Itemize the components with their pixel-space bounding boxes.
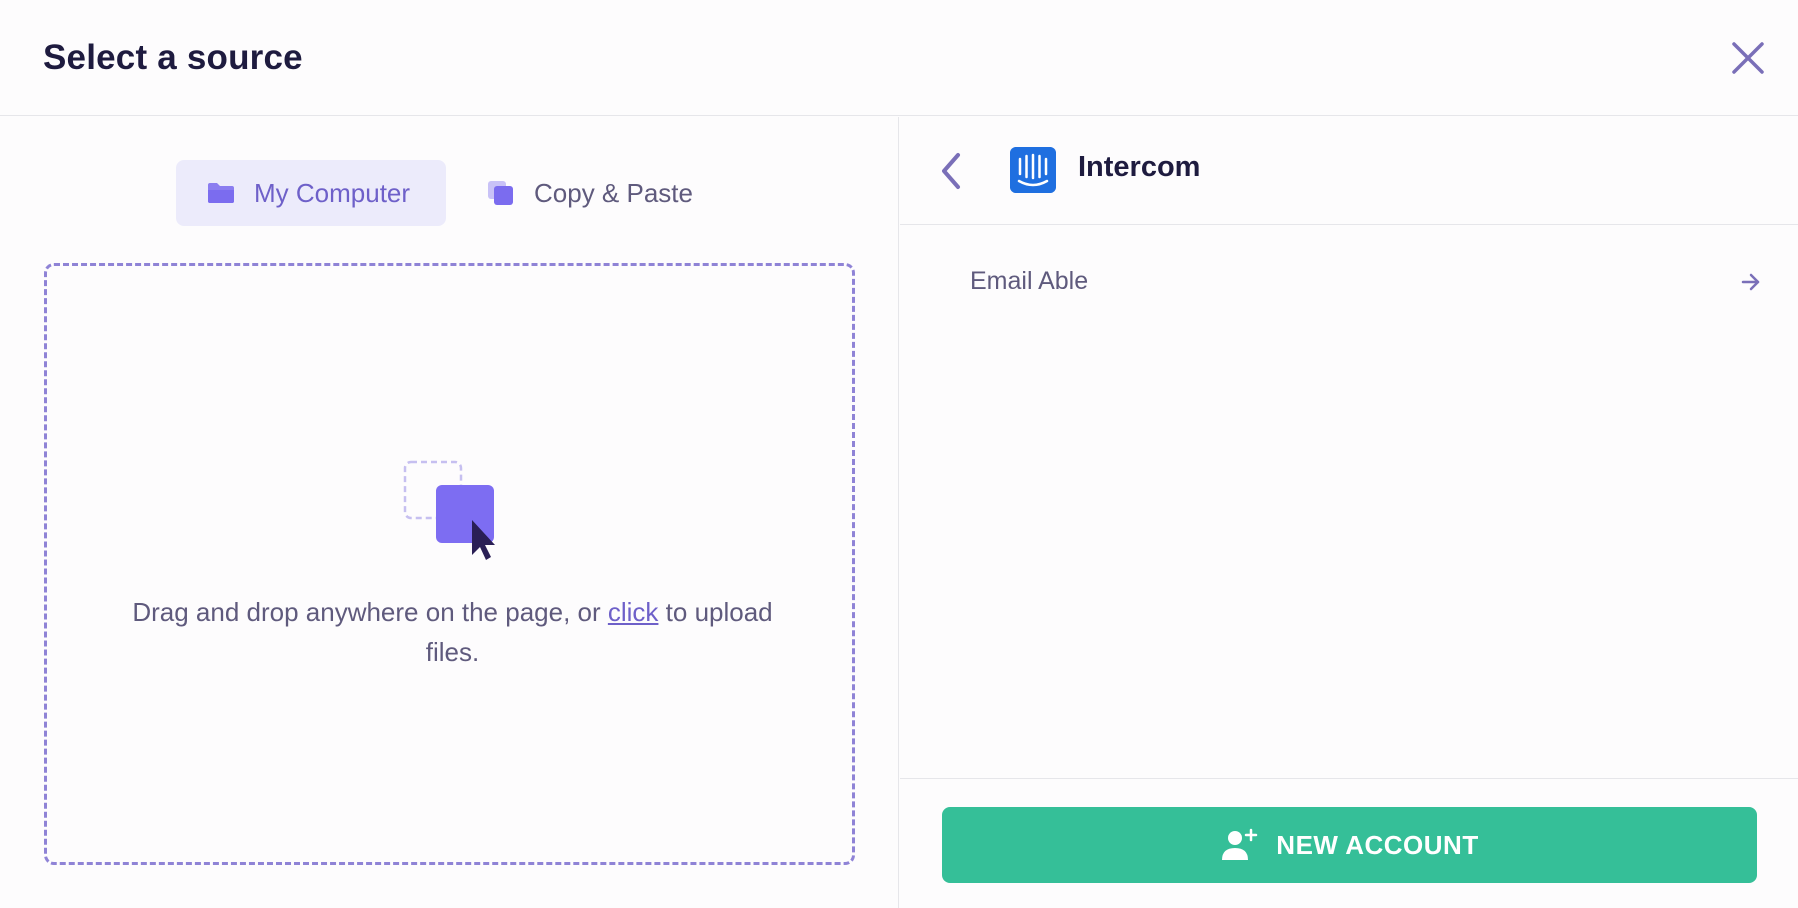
upload-panel: My Computer Copy & Paste Drag and drop a… [0,117,899,908]
intercom-logo-icon [1010,147,1056,193]
folder-icon [208,183,234,203]
tab-copy-paste-label: Copy & Paste [534,177,693,208]
account-item[interactable]: Email Able [940,251,1760,317]
select-source-modal: Select a source My Computer Copy & Paste [0,0,1798,908]
tab-my-computer[interactable]: My Computer [176,160,446,226]
dropzone-text-before: Drag and drop anywhere on the page, or [132,597,608,627]
copy-icon [488,181,513,205]
chevron-left-icon[interactable] [936,149,966,193]
close-icon[interactable] [1728,38,1768,78]
new-account-label: NEW ACCOUNT [1276,829,1479,860]
drag-drop-icon [403,460,495,560]
account-name: Email Able [970,267,1089,295]
new-account-button[interactable]: NEW ACCOUNT [942,807,1757,883]
tab-copy-paste[interactable]: Copy & Paste [470,160,720,226]
source-panel-header: Intercom [900,117,1798,225]
tab-my-computer-label: My Computer [254,177,411,208]
provider-name: Intercom [1078,151,1201,183]
source-panel: Intercom Email Able NEW ACCOUNT [900,117,1798,908]
modal-header: Select a source [0,0,1798,116]
arrow-right-icon [1741,273,1760,291]
source-panel-footer: NEW ACCOUNT [900,778,1798,908]
modal-title: Select a source [43,38,303,77]
file-dropzone[interactable]: Drag and drop anywhere on the page, or c… [44,263,855,865]
add-user-icon [1222,828,1258,860]
dropzone-instructions: Drag and drop anywhere on the page, or c… [107,592,798,672]
upload-click-link[interactable]: click [608,597,659,627]
